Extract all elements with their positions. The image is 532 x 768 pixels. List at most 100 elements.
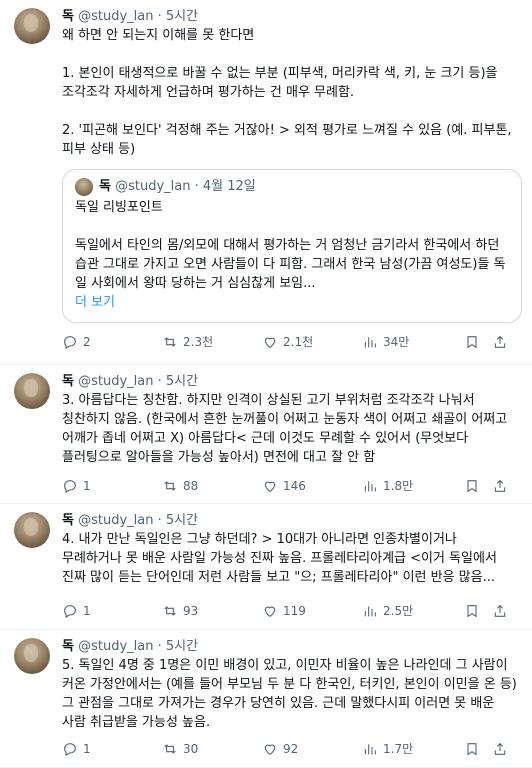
- tweet[interactable]: 독 @study_lan · 5시간 4. 내가 만난 독일인은 그냥 하던데?…: [0, 504, 532, 630]
- share-button[interactable]: [492, 334, 512, 350]
- like-count: 92: [283, 741, 299, 756]
- tweet-text: 5. 독일인 4명 중 1명은 이민 배경이 있고, 이민자 비율이 높은 나라…: [62, 656, 518, 732]
- like-button[interactable]: 2.1천: [262, 333, 362, 350]
- like-count: 119: [283, 603, 306, 618]
- quoted-tweet[interactable]: 독 @study_lan · 4월 12일 독일 리빙포인트 독일에서 타인의 …: [62, 169, 522, 323]
- heart-icon: [264, 481, 276, 492]
- reply-count: 1: [83, 741, 91, 756]
- quoted-author-name: 독: [99, 179, 111, 194]
- reply-button[interactable]: 1: [62, 478, 162, 494]
- heart-icon: [264, 337, 276, 348]
- like-button[interactable]: 92: [262, 741, 362, 757]
- quoted-tweet-text: 독일 리빙포인트 독일에서 타인의 몸/외모에 대해서 평가하는 거 엄청난 금…: [75, 198, 509, 312]
- retweet-icon: [164, 743, 176, 754]
- reply-count: 1: [83, 603, 91, 618]
- avatar[interactable]: [14, 638, 50, 674]
- retweet-icon: [164, 336, 176, 347]
- retweet-count: 88: [183, 478, 199, 493]
- views-button[interactable]: 1.8만: [362, 477, 464, 494]
- views-button[interactable]: 34만: [362, 333, 464, 350]
- retweet-button[interactable]: 2.3천: [162, 333, 262, 350]
- tweet-header: 독 @study_lan · 5시간: [62, 373, 518, 391]
- author-handle[interactable]: @study_lan: [78, 639, 153, 654]
- bar-chart-icon: [364, 480, 376, 491]
- author-name[interactable]: 독: [62, 513, 74, 528]
- like-count: 2.1천: [283, 335, 314, 349]
- avatar[interactable]: [14, 8, 50, 44]
- tweet[interactable]: 독 @study_lan · 5시간 5. 독일인 4명 중 1명은 이민 배경…: [0, 630, 532, 768]
- tweet-paragraph: 3. 아름답다는 칭찬함. 하지만 인격이 상실된 고기 부위처럼 조각조각 나…: [62, 393, 508, 465]
- action-bar: 1 88 146 1.8만: [62, 477, 522, 494]
- quoted-paragraph: 독일에서 타인의 몸/외모에 대해서 평가하는 거 엄청난 금기라서 한국에서 …: [75, 238, 506, 291]
- timestamp[interactable]: 5시간: [166, 9, 198, 24]
- author-name[interactable]: 독: [62, 9, 74, 24]
- tweet-paragraph: 왜 하면 안 되는지 이해를 못 한다면: [62, 28, 255, 43]
- reply-button[interactable]: 2: [62, 334, 162, 350]
- bookmark-button[interactable]: [464, 741, 492, 757]
- timestamp[interactable]: 5시간: [166, 639, 198, 654]
- bookmark-icon: [467, 742, 477, 755]
- tweet-paragraph: 4. 내가 만난 독일인은 그냥 하던데? > 10대가 아니라면 인종차별이거…: [62, 532, 497, 585]
- tweet-paragraph: 5. 독일인 4명 중 1명은 이민 배경이 있고, 이민자 비율이 높은 나라…: [62, 658, 517, 730]
- separator: ·: [157, 513, 162, 528]
- tweet-header: 독 @study_lan · 5시간: [62, 8, 518, 26]
- tweet-text: 4. 내가 만난 독일인은 그냥 하던데? > 10대가 아니라면 인종차별이거…: [62, 530, 518, 587]
- retweet-button[interactable]: 93: [162, 603, 262, 619]
- separator: ·: [157, 9, 162, 24]
- quoted-paragraph: 독일 리빙포인트: [75, 200, 163, 215]
- tweet-text: 3. 아름답다는 칭찬함. 하지만 인격이 상실된 고기 부위처럼 조각조각 나…: [62, 391, 518, 467]
- quoted-author-handle: @study_lan: [115, 179, 191, 194]
- share-button[interactable]: [492, 603, 512, 619]
- bookmark-icon: [467, 335, 477, 348]
- retweet-count: 93: [183, 603, 199, 618]
- retweet-button[interactable]: 30: [162, 741, 262, 757]
- author-handle[interactable]: @study_lan: [78, 513, 153, 528]
- like-button[interactable]: 119: [262, 603, 362, 619]
- bookmark-button[interactable]: [464, 478, 492, 494]
- tweet-text: 왜 하면 안 되는지 이해를 못 한다면 1. 본인이 태생적으로 바꿀 수 없…: [62, 26, 518, 159]
- tweet[interactable]: 독 @study_lan · 5시간 3. 아름답다는 칭찬함. 하지만 인격이…: [0, 365, 532, 504]
- tweet-header: 독 @study_lan · 5시간: [62, 638, 518, 656]
- views-button[interactable]: 2.5만: [362, 602, 464, 619]
- share-button[interactable]: [492, 741, 512, 757]
- bookmark-button[interactable]: [464, 603, 492, 619]
- bookmark-icon: [467, 604, 477, 617]
- avatar[interactable]: [14, 373, 50, 409]
- author-name[interactable]: 독: [62, 639, 74, 654]
- separator: ·: [157, 639, 162, 654]
- author-name[interactable]: 독: [62, 374, 74, 389]
- retweet-button[interactable]: 88: [162, 478, 262, 494]
- view-count: 34만: [383, 335, 410, 349]
- quoted-date: 4월 12일: [202, 179, 256, 194]
- share-button[interactable]: [492, 478, 512, 494]
- reply-count: 1: [83, 478, 91, 493]
- heart-icon: [264, 606, 276, 617]
- tweet-paragraph: 2. '피곤해 보인다' 걱정해 주는 거잖아! > 외적 평가로 느껴질 수 …: [62, 123, 512, 157]
- bar-chart-icon: [364, 743, 376, 754]
- heart-icon: [264, 744, 276, 755]
- timestamp[interactable]: 5시간: [166, 374, 198, 389]
- bookmark-button[interactable]: [464, 334, 492, 350]
- like-button[interactable]: 146: [262, 478, 362, 494]
- tweet-paragraph: 1. 본인이 태생적으로 바꿀 수 없는 부분 (피부색, 머리카락 색, 키,…: [62, 66, 498, 100]
- action-bar: 1 30 92 1.7만: [62, 740, 522, 757]
- timestamp[interactable]: 5시간: [166, 513, 198, 528]
- reply-icon: [64, 742, 76, 756]
- views-button[interactable]: 1.7만: [362, 740, 464, 757]
- reply-button[interactable]: 1: [62, 741, 162, 757]
- avatar[interactable]: [14, 512, 50, 548]
- tweet[interactable]: 독 @study_lan · 5시간 왜 하면 안 되는지 이해를 못 한다면 …: [0, 0, 532, 365]
- bookmark-icon: [467, 479, 477, 492]
- author-handle[interactable]: @study_lan: [78, 374, 153, 389]
- author-handle[interactable]: @study_lan: [78, 9, 153, 24]
- reply-icon: [64, 335, 76, 349]
- tweet-header: 독 @study_lan · 5시간: [62, 512, 518, 530]
- separator: ·: [157, 374, 162, 389]
- show-more-link[interactable]: 더 보기: [75, 295, 115, 310]
- view-count: 2.5만: [383, 604, 414, 618]
- like-count: 146: [283, 478, 306, 493]
- quoted-avatar: [75, 178, 93, 196]
- reply-button[interactable]: 1: [62, 603, 162, 619]
- share-icon: [494, 479, 506, 492]
- view-count: 1.7만: [383, 742, 414, 756]
